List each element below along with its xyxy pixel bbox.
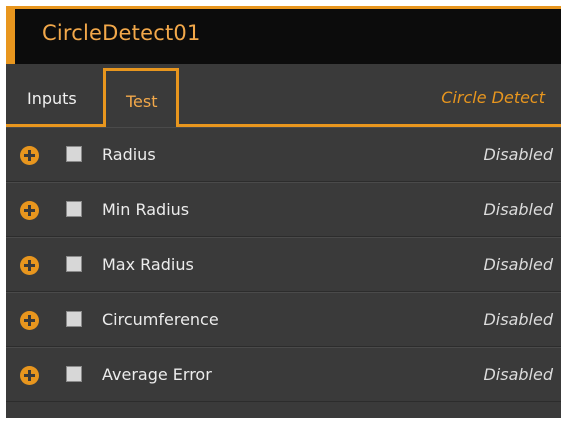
test-list: Radius Disabled Min Radius Disabled Max … [6,127,561,402]
tab-test[interactable]: Test [103,68,179,127]
status-text: Disabled [483,200,553,219]
test-label: Radius [102,145,156,164]
tool-type-label: Circle Detect [441,88,545,107]
status-text: Disabled [483,365,553,384]
expand-plus-icon[interactable] [20,146,39,165]
status-text: Disabled [483,255,553,274]
status-text: Disabled [483,145,553,164]
expand-plus-icon[interactable] [20,311,39,330]
expand-plus-icon[interactable] [20,256,39,275]
title-bar: CircleDetect01 [6,6,561,64]
title-accent-bar [6,9,15,64]
test-label: Average Error [102,365,212,384]
tab-inputs[interactable]: Inputs [27,89,77,108]
test-row-max-radius: Max Radius Disabled [6,237,561,292]
tool-panel: CircleDetect01 Inputs Test Circle Detect… [6,6,561,418]
test-row-radius: Radius Disabled [6,127,561,182]
average-error-checkbox[interactable] [66,366,82,382]
test-label: Circumference [102,310,219,329]
radius-checkbox[interactable] [66,146,82,162]
tab-bar: Inputs Test Circle Detect [6,64,561,127]
expand-plus-icon[interactable] [20,201,39,220]
tab-test-label: Test [126,92,158,111]
test-row-average-error: Average Error Disabled [6,347,561,402]
test-label: Min Radius [102,200,190,219]
test-row-circumference: Circumference Disabled [6,292,561,347]
expand-plus-icon[interactable] [20,366,39,385]
status-text: Disabled [483,310,553,329]
circumference-checkbox[interactable] [66,311,82,327]
test-row-min-radius: Min Radius Disabled [6,182,561,237]
min-radius-checkbox[interactable] [66,201,82,217]
tool-title: CircleDetect01 [42,21,201,45]
test-label: Max Radius [102,255,194,274]
max-radius-checkbox[interactable] [66,256,82,272]
